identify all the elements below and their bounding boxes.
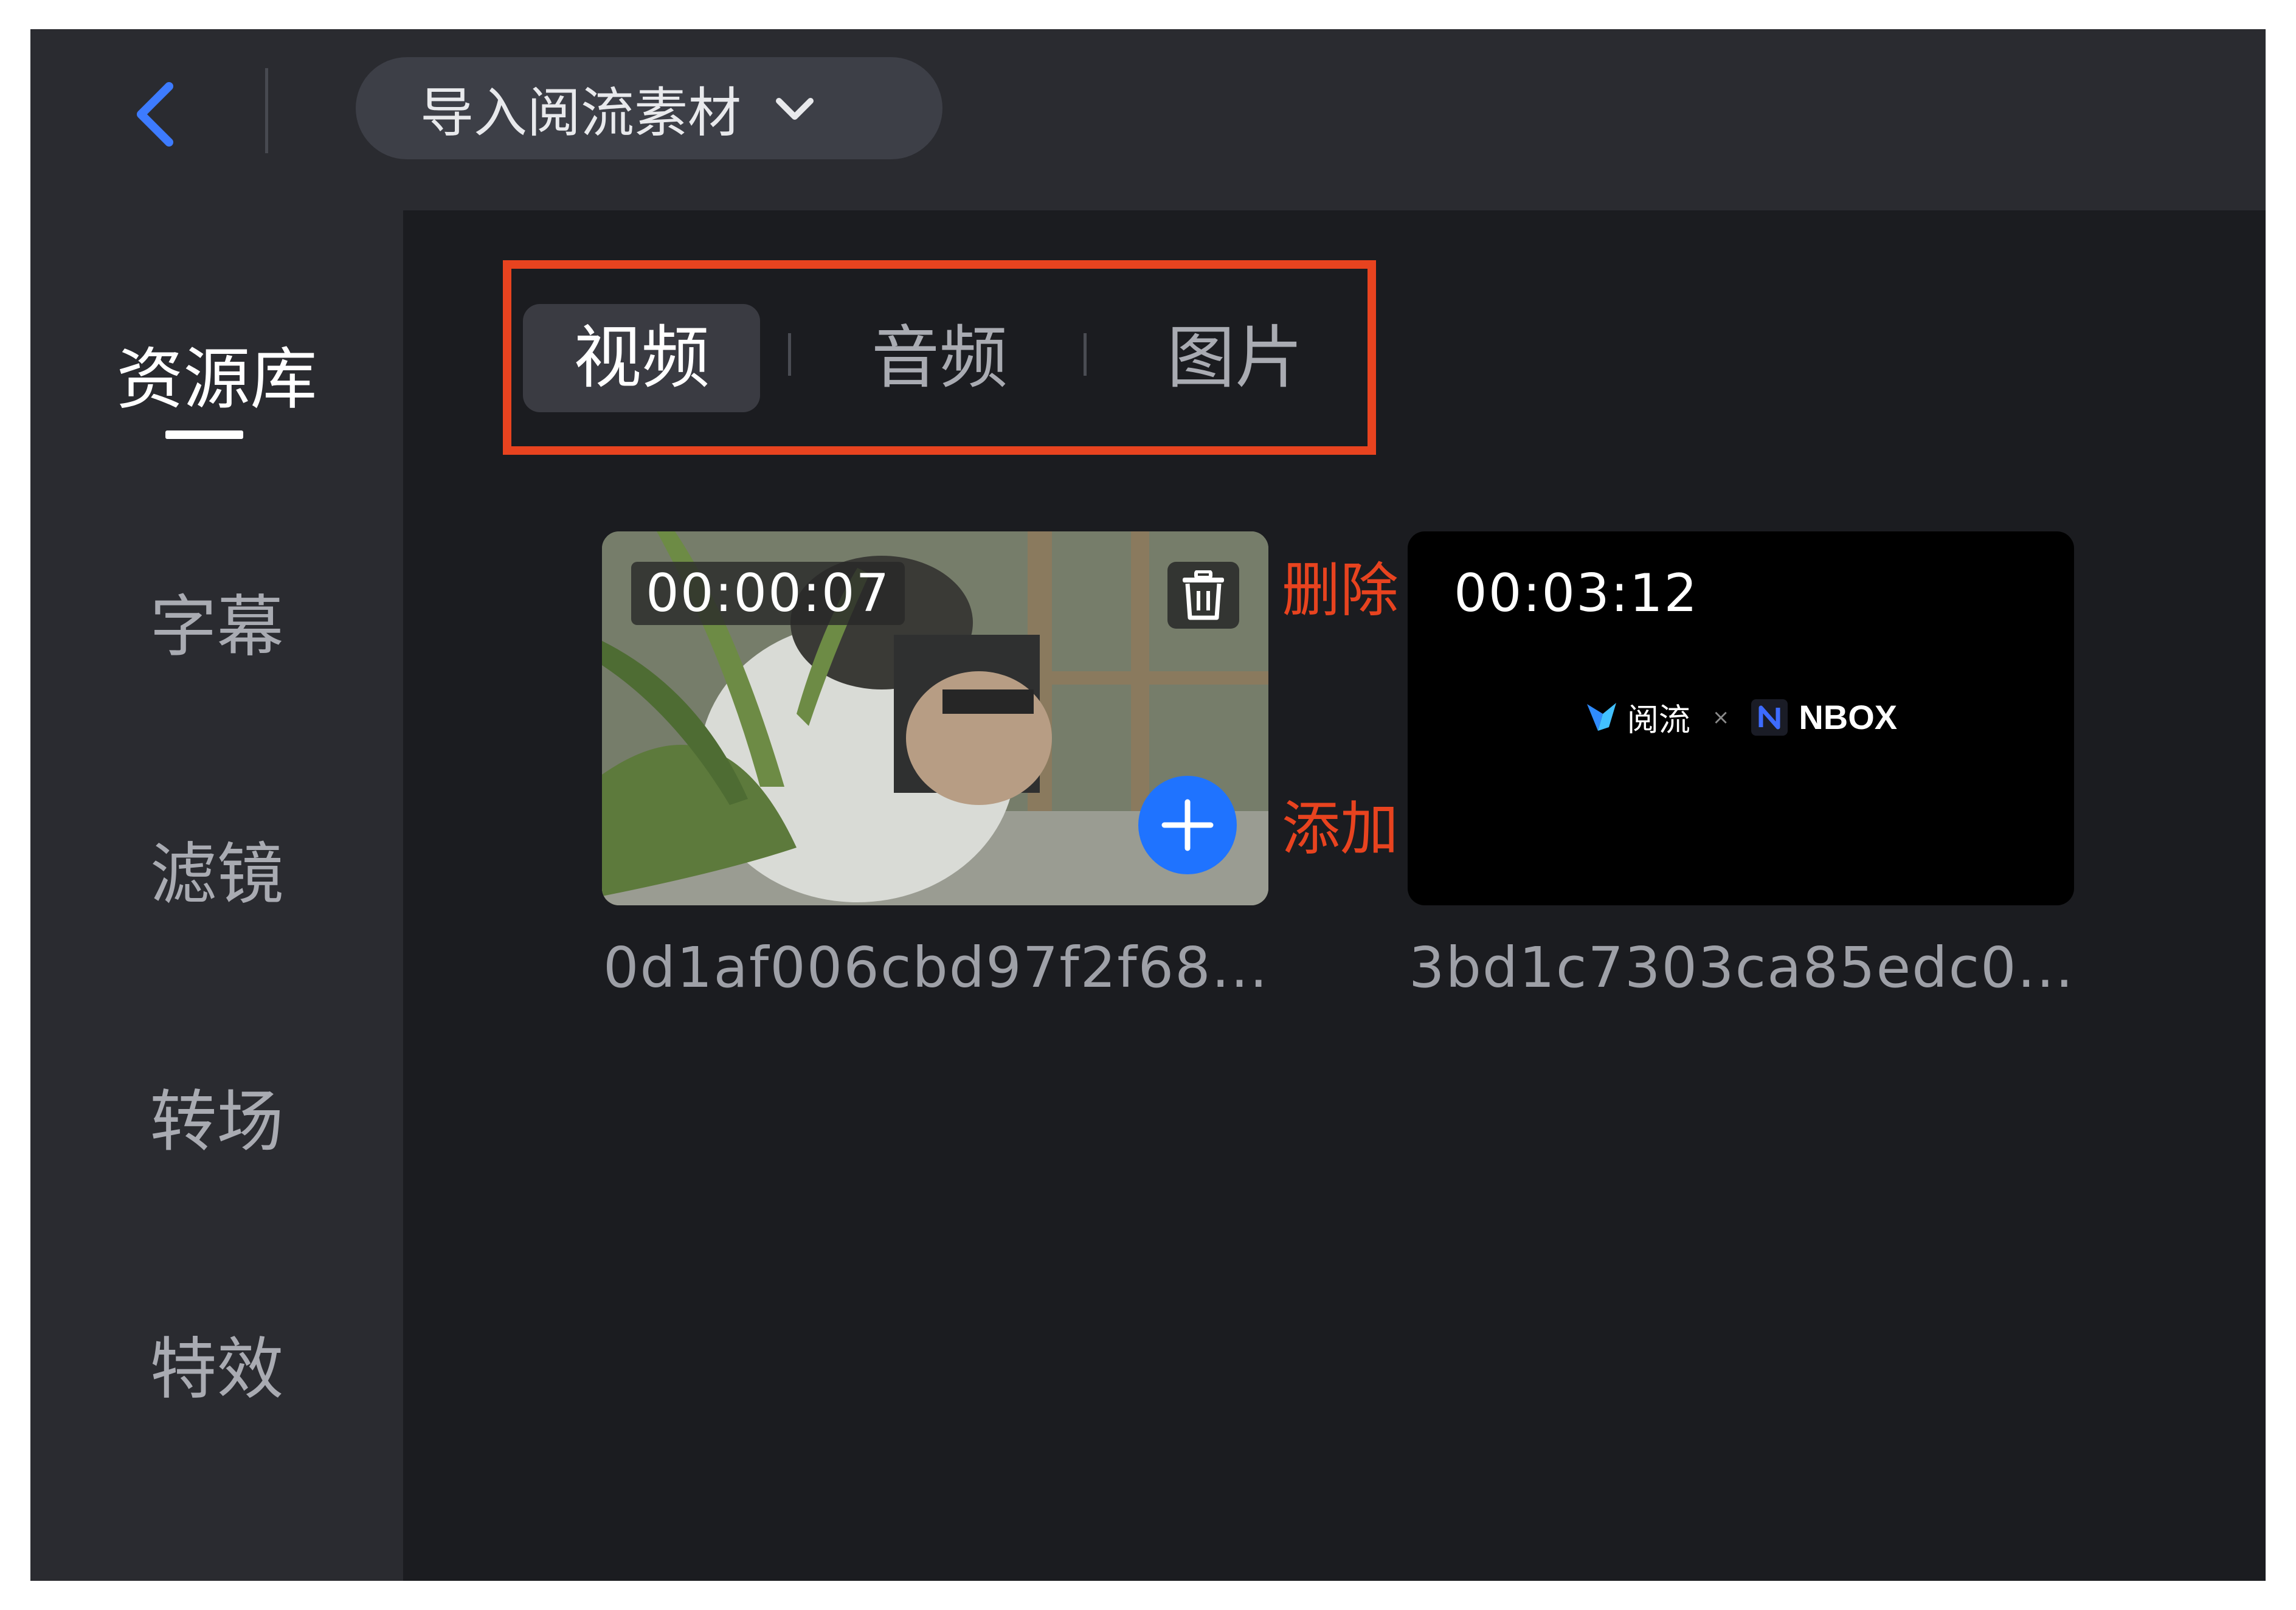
delete-button[interactable] — [1167, 562, 1239, 629]
nbox-logo-icon — [1751, 699, 1788, 736]
chevron-down-icon — [770, 84, 819, 133]
yueliu-logo-icon — [1586, 702, 1616, 731]
add-to-timeline-button[interactable] — [1138, 776, 1237, 874]
back-button[interactable] — [116, 72, 201, 157]
media-filename: 3bd1c7303ca85edc0... — [1409, 935, 2075, 1000]
sidebar: 资源库 字幕 滤镜 转场 特效 — [30, 210, 403, 1581]
add-annotation: 添加 — [1282, 795, 1399, 863]
sidebar-item-transitions[interactable]: 转场 — [30, 1079, 403, 1164]
tab-images[interactable]: 图片 — [1147, 304, 1323, 412]
sidebar-item-effects[interactable]: 特效 — [30, 1327, 403, 1412]
top-bar: 导入阅流素材 — [30, 29, 2266, 210]
trash-icon — [1183, 570, 1224, 620]
logo-separator: × — [1712, 705, 1730, 730]
logo-text: 阅流 — [1627, 702, 1690, 739]
chevron-left-icon — [137, 82, 173, 147]
tab-separator — [788, 333, 791, 376]
toolbar-divider — [265, 68, 268, 153]
sidebar-item-subtitles[interactable]: 字幕 — [30, 584, 403, 669]
video-duration: 00:03:12 — [1454, 563, 1699, 624]
delete-annotation: 删除 — [1282, 556, 1399, 624]
partner-logo-text: NBOX — [1799, 698, 1898, 736]
plus-icon — [1161, 799, 1214, 851]
tab-audio[interactable]: 音频 — [851, 304, 1028, 412]
tab-video[interactable]: 视频 — [523, 304, 760, 412]
sidebar-item-filters[interactable]: 滤镜 — [30, 832, 403, 917]
media-card[interactable]: 00:00:07 — [602, 531, 1268, 905]
active-indicator — [165, 430, 243, 439]
media-filename: 0d1af006cbd97f2f68... — [603, 935, 1269, 1000]
video-duration: 00:00:07 — [631, 562, 905, 625]
tab-separator — [1084, 333, 1087, 376]
sidebar-item-library[interactable]: 资源库 — [30, 337, 403, 422]
import-source-dropdown[interactable]: 导入阅流素材 — [356, 57, 942, 159]
media-card[interactable]: 00:03:12 阅流 × NBOX — [1408, 531, 2074, 905]
brand-logo-row: 阅流 × NBOX — [1408, 694, 2074, 740]
import-source-label: 导入阅流素材 — [420, 81, 742, 144]
media-editor-window: 导入阅流素材 资源库 字幕 滤镜 转场 特效 视频 音频 图片 00:00:07… — [30, 29, 2266, 1581]
